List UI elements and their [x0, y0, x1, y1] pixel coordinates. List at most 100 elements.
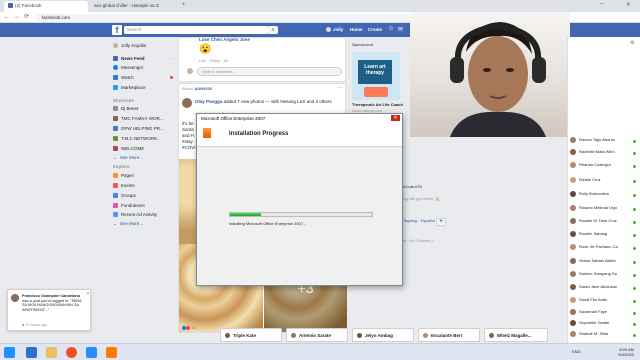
see-more-link-2[interactable]: ⌄ See More... [113, 221, 143, 227]
chat-contact[interactable]: Savannah Faye [570, 309, 638, 318]
chat-contact[interactable]: Seychelle Tadafe [570, 320, 638, 329]
dialog-title-bar[interactable]: Microsoft Office Enterprise 2007 [197, 114, 402, 122]
explore-item-events[interactable]: Events [113, 183, 135, 189]
comment-author[interactable]: Lose Chen Angelo Jose [199, 37, 250, 42]
dialog-close-button[interactable]: ✕ [391, 115, 400, 121]
profile-link[interactable]: Jolly Arquilla [113, 43, 146, 49]
shortcut-label: TMC FAMILY WOR... [121, 116, 164, 121]
chat-contact[interactable]: Roselin Sabang [570, 231, 638, 240]
minimize-icon[interactable]: – [600, 1, 603, 7]
ie-icon[interactable] [26, 347, 37, 358]
explore-label: Groups [121, 193, 136, 198]
header-profile-link[interactable]: Jolly [326, 27, 343, 33]
album-name[interactable]: AUH2020 [194, 86, 212, 91]
chat-tab[interactable]: Jelyn Ambag [352, 328, 414, 342]
chat-settings-icon[interactable]: ⚙ [630, 40, 634, 46]
chat-contact[interactable]: Rhanan Cuaingco [570, 162, 638, 171]
post-action: added 7 new photos — with Nesang Lezl an… [223, 99, 332, 104]
add-language-button[interactable]: + [436, 218, 446, 226]
forward-icon[interactable]: → [12, 13, 21, 22]
nav-label: Watch [121, 75, 134, 80]
reactions-count[interactable]: 10 [182, 325, 196, 330]
contact-name: Shahdir M. Shila [579, 331, 609, 337]
write-comment-input[interactable]: Write a comment... [197, 67, 342, 76]
explore-item-ad-activity[interactable]: Recent Ad Activity [113, 212, 157, 218]
chat-contact[interactable]: Rizalie Cruz [570, 177, 638, 186]
folder-icon[interactable] [46, 347, 57, 358]
chat-contact[interactable]: Selma Sabian Akilah [570, 258, 638, 267]
header-create-link[interactable]: Create [368, 27, 382, 32]
shortcut-item[interactable]: T.M.C NETWORK... [113, 136, 161, 142]
comment-actions[interactable]: Like · Reply · 6h [199, 58, 228, 63]
avatar [570, 258, 576, 264]
shortcut-item[interactable]: WELCOME [113, 146, 144, 152]
new-tab-icon[interactable]: + [182, 2, 186, 8]
online-dot [633, 140, 636, 143]
nav-item-marketplace[interactable]: Marketplace [113, 85, 146, 91]
chat-contact[interactable]: Rolly Buencolina [570, 191, 638, 200]
chat-contact[interactable]: Shahdir M. Shila [570, 331, 638, 340]
chrome-icon[interactable] [66, 347, 77, 358]
nav-item-watch[interactable]: Watch [113, 75, 134, 81]
zoom-icon[interactable] [86, 347, 97, 358]
chat-tab-name: Escalante Bert [431, 333, 463, 338]
language-links[interactable]: Tagalog · Español [403, 218, 435, 223]
comment-card: Lose Chen Angelo Jose 😮 Like · Reply · 6… [178, 37, 346, 82]
chat-contact[interactable]: Sarah Jane Abulusan [570, 284, 638, 293]
close-window-icon[interactable]: ✕ [626, 1, 631, 8]
chat-contact[interactable]: Racma Tago Abores [570, 137, 638, 146]
facebook-logo-icon[interactable]: f [112, 25, 122, 35]
browser-tab-google[interactable]: ano global chiller - Hanapin sa G [90, 1, 180, 12]
reload-icon[interactable]: ⟳ [22, 13, 31, 22]
browser-tab-bar: (2) Facebook ano global chiller - Hanapi… [0, 0, 640, 12]
nav-label: Marketplace [121, 85, 146, 90]
post-author[interactable]: Olay Pangga [195, 99, 222, 104]
ad-name[interactable]: Therapeutic Art Life Coach [352, 102, 403, 107]
nav-item-news-feed[interactable]: News Feed [113, 56, 145, 62]
explore-item-fundraisers[interactable]: Fundraisers [113, 203, 145, 209]
online-dot [633, 221, 636, 224]
chat-tab[interactable]: Escalante Bert [418, 328, 480, 342]
language-indicator[interactable]: ENG [572, 349, 581, 354]
office-icon[interactable] [106, 347, 117, 358]
online-dot [633, 247, 636, 250]
person-image [450, 22, 546, 137]
start-icon[interactable] [4, 347, 15, 358]
post-photo[interactable] [179, 159, 197, 249]
nav-label: Messenger [121, 65, 144, 70]
nav-item-messenger[interactable]: Messenger [113, 65, 144, 71]
chat-tab[interactable]: Whelz Magalle... [484, 328, 548, 342]
explore-item-groups[interactable]: Groups [113, 193, 136, 199]
chat-tab[interactable]: Artemio Sarate [286, 328, 348, 342]
online-dot [633, 180, 636, 183]
chat-tab[interactable]: Triple Kate [220, 328, 282, 342]
ad-image[interactable]: Learn art therapy [352, 52, 400, 100]
notification-popup[interactable]: ✕ Francisco Ocampine Candelaria was a po… [7, 289, 91, 331]
search-icon[interactable]: ⌕ [268, 26, 278, 34]
friends-icon[interactable]: ☺ [388, 26, 394, 32]
footer-links[interactable]: nt · Ad Choices ▷ [403, 238, 434, 243]
shortcut-label: T.M.C NETWORK... [121, 136, 161, 141]
chat-contact[interactable]: Rosario Melinda Vigo [570, 205, 638, 214]
back-icon[interactable]: ← [2, 13, 11, 22]
fb-search-input[interactable]: Search [124, 26, 268, 34]
chat-contact[interactable]: Rosalie M. Dela Cruz [570, 218, 638, 227]
more-options-icon[interactable]: ··· [167, 56, 172, 62]
shortcut-item[interactable]: OFW HELPING PR... [113, 126, 164, 132]
taskbar-clock[interactable]: 8:09 AM 5/4/2020 [618, 347, 634, 357]
explore-heading: Explore [113, 164, 130, 169]
see-more-link[interactable]: ⌄ See More... [113, 155, 143, 161]
chat-contact[interactable]: Rose Jie Pachano Ca [570, 244, 638, 253]
chat-contact[interactable]: Salome Sampang Sa [570, 271, 638, 280]
shortcut-item[interactable]: TMC FAMILY WOR... [113, 116, 164, 122]
header-home-link[interactable]: Home [350, 27, 363, 32]
chat-contact[interactable]: Rachelle Mata Wilm [570, 149, 638, 158]
browser-tab-facebook[interactable]: (2) Facebook [4, 1, 88, 12]
more-options-icon[interactable]: ··· [337, 85, 342, 91]
shortcut-item[interactable]: Dj Beeet [113, 106, 138, 112]
messenger-icon[interactable]: ✉ [398, 26, 403, 33]
avatar [570, 284, 576, 290]
close-icon[interactable]: ✕ [86, 291, 90, 297]
explore-item-pages[interactable]: Pages [113, 173, 134, 179]
chat-contact[interactable]: Saudi Flor Avila [570, 297, 638, 306]
